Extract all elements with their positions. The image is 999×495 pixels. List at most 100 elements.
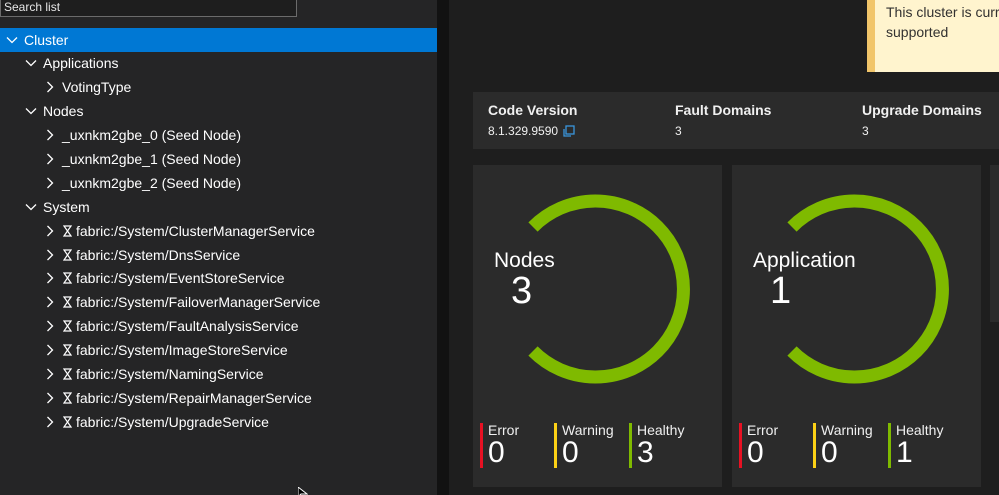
chevron-down-icon[interactable] [5, 33, 19, 47]
stat-label: Warning [821, 422, 873, 438]
tree-item-label: fabric:/System/NamingService [76, 366, 264, 382]
warning-banner: This cluster is curre supported [867, 0, 999, 72]
nodes-healthy-stat: Healthy 3 [629, 423, 684, 468]
nodes-error-stat: Error 0 [480, 423, 519, 468]
stat-label: Healthy [637, 422, 685, 438]
tree-item-label: fabric:/System/ClusterManagerService [76, 223, 315, 239]
stat-value: 1 [896, 436, 913, 469]
fault-domains-value: 3 [675, 124, 682, 138]
chevron-right-icon[interactable] [43, 152, 57, 166]
copy-icon[interactable] [562, 124, 575, 138]
system-service-icon [62, 295, 73, 309]
chevron-right-icon[interactable] [43, 319, 57, 333]
stat-label: Error [747, 422, 779, 438]
tree-item-label: Nodes [43, 103, 84, 119]
tree-item-label: fabric:/System/FaultAnalysisService [76, 318, 299, 334]
tree-item-cluster-manager-service[interactable]: fabric:/System/ClusterManagerService [0, 219, 437, 243]
tree-item-node-2[interactable]: _uxnkm2gbe_2 (Seed Node) [0, 171, 437, 195]
tree-item-label: fabric:/System/FailoverManagerService [76, 294, 321, 310]
tree-item-fault-analysis-service[interactable]: fabric:/System/FaultAnalysisService [0, 314, 437, 338]
tree-item-label: fabric:/System/DnsService [76, 247, 241, 263]
stat-value: 0 [821, 436, 838, 469]
code-version: Code Version 8.1.329.9590 [488, 102, 577, 138]
tree-item-label: fabric:/System/RepairManagerService [76, 390, 312, 406]
applications-healthy-stat: Healthy 1 [888, 423, 943, 468]
nodes-health-card[interactable]: Nodes 3 Error 0 Warning 0 Healthy 3 [473, 165, 722, 487]
tree-item-naming-service[interactable]: fabric:/System/NamingService [0, 362, 437, 386]
chevron-right-icon[interactable] [43, 343, 57, 357]
nodes-warning-stat: Warning 0 [554, 423, 614, 468]
system-service-icon [62, 224, 73, 238]
tree-item-applications[interactable]: Applications [0, 51, 437, 75]
upgrade-domains-value: 3 [862, 124, 869, 138]
stat-label: Warning [562, 422, 614, 438]
chevron-right-icon[interactable] [43, 176, 57, 190]
next-card-edge [990, 165, 999, 322]
search-list-box[interactable] [0, 0, 297, 17]
system-service-icon [62, 319, 73, 333]
tree-item-label: fabric:/System/UpgradeService [76, 414, 269, 430]
tree-item-image-store-service[interactable]: fabric:/System/ImageStoreService [0, 338, 437, 362]
cluster-essentials-panel: This cluster is curre supported Code Ver… [449, 0, 999, 495]
chevron-right-icon[interactable] [43, 80, 57, 94]
banner-line-2: supported [886, 24, 949, 40]
tree-item-system[interactable]: System [0, 195, 437, 219]
chevron-right-icon[interactable] [43, 367, 57, 381]
chevron-right-icon[interactable] [43, 248, 57, 262]
chevron-right-icon[interactable] [43, 415, 57, 429]
tree-item-node-1[interactable]: _uxnkm2gbe_1 (Seed Node) [0, 147, 437, 171]
chevron-right-icon[interactable] [43, 128, 57, 142]
tree-item-label: Applications [43, 55, 119, 71]
chevron-down-icon[interactable] [24, 56, 38, 70]
tree-item-node-0[interactable]: _uxnkm2gbe_0 (Seed Node) [0, 123, 437, 147]
tree-item-event-store-service[interactable]: fabric:/System/EventStoreService [0, 266, 437, 290]
tree-item-label: _uxnkm2gbe_0 (Seed Node) [62, 127, 242, 143]
code-version-value: 8.1.329.9590 [488, 124, 559, 138]
cluster-info-bar: Code Version 8.1.329.9590 Fault Domains … [473, 92, 999, 149]
chevron-right-icon[interactable] [43, 391, 57, 405]
nodes-card-count: 3 [511, 270, 533, 312]
stat-label: Error [488, 422, 520, 438]
applications-card-title: Application [753, 249, 856, 272]
stat-value: 0 [562, 436, 579, 469]
tree-item-label: System [43, 199, 90, 215]
tree-item-dns-service[interactable]: fabric:/System/DnsService [0, 243, 437, 267]
system-service-icon [62, 343, 73, 357]
system-service-icon [62, 391, 73, 405]
panel-divider[interactable] [437, 0, 449, 495]
banner-line-1: This cluster is curre [886, 4, 999, 20]
applications-warning-stat: Warning 0 [813, 423, 873, 468]
chevron-right-icon[interactable] [43, 295, 57, 309]
tree-item-label: _uxnkm2gbe_2 (Seed Node) [62, 175, 242, 191]
code-version-label: Code Version [488, 102, 578, 118]
tree-item-repair-manager-service[interactable]: fabric:/System/RepairManagerService [0, 386, 437, 410]
chevron-down-icon[interactable] [24, 200, 38, 214]
fault-domains: Fault Domains 3 [675, 102, 771, 138]
upgrade-domains: Upgrade Domains 3 [862, 102, 982, 138]
stat-value: 0 [488, 436, 505, 469]
tree-item-label: Cluster [24, 32, 69, 48]
stat-value: 0 [747, 436, 764, 469]
mouse-cursor-icon [298, 487, 308, 495]
chevron-down-icon[interactable] [24, 104, 38, 118]
tree-item-label: VotingType [62, 79, 132, 95]
chevron-right-icon[interactable] [43, 271, 57, 285]
tree-item-upgrade-service[interactable]: fabric:/System/UpgradeService [0, 410, 437, 434]
applications-health-card[interactable]: Application 1 Error 0 Warning 0 Healthy … [732, 165, 981, 487]
applications-card-count: 1 [770, 270, 792, 312]
tree-item-label: fabric:/System/ImageStoreService [76, 342, 288, 358]
tree-item-nodes[interactable]: Nodes [0, 99, 437, 123]
tree-item-label: fabric:/System/EventStoreService [76, 270, 285, 286]
stat-value: 3 [637, 436, 654, 469]
system-service-icon [62, 271, 73, 285]
tree-item-cluster[interactable]: Cluster [0, 28, 437, 52]
tree-panel: Cluster Applications VotingType Nodes _u… [0, 0, 437, 495]
upgrade-domains-label: Upgrade Domains [862, 102, 982, 118]
search-list-input[interactable] [1, 0, 296, 16]
chevron-right-icon[interactable] [43, 224, 57, 238]
stat-label: Healthy [896, 422, 944, 438]
tree-item-votingtype[interactable]: VotingType [0, 75, 437, 99]
system-service-icon [62, 248, 73, 262]
system-service-icon [62, 415, 73, 429]
tree-item-failover-manager-service[interactable]: fabric:/System/FailoverManagerService [0, 290, 437, 314]
